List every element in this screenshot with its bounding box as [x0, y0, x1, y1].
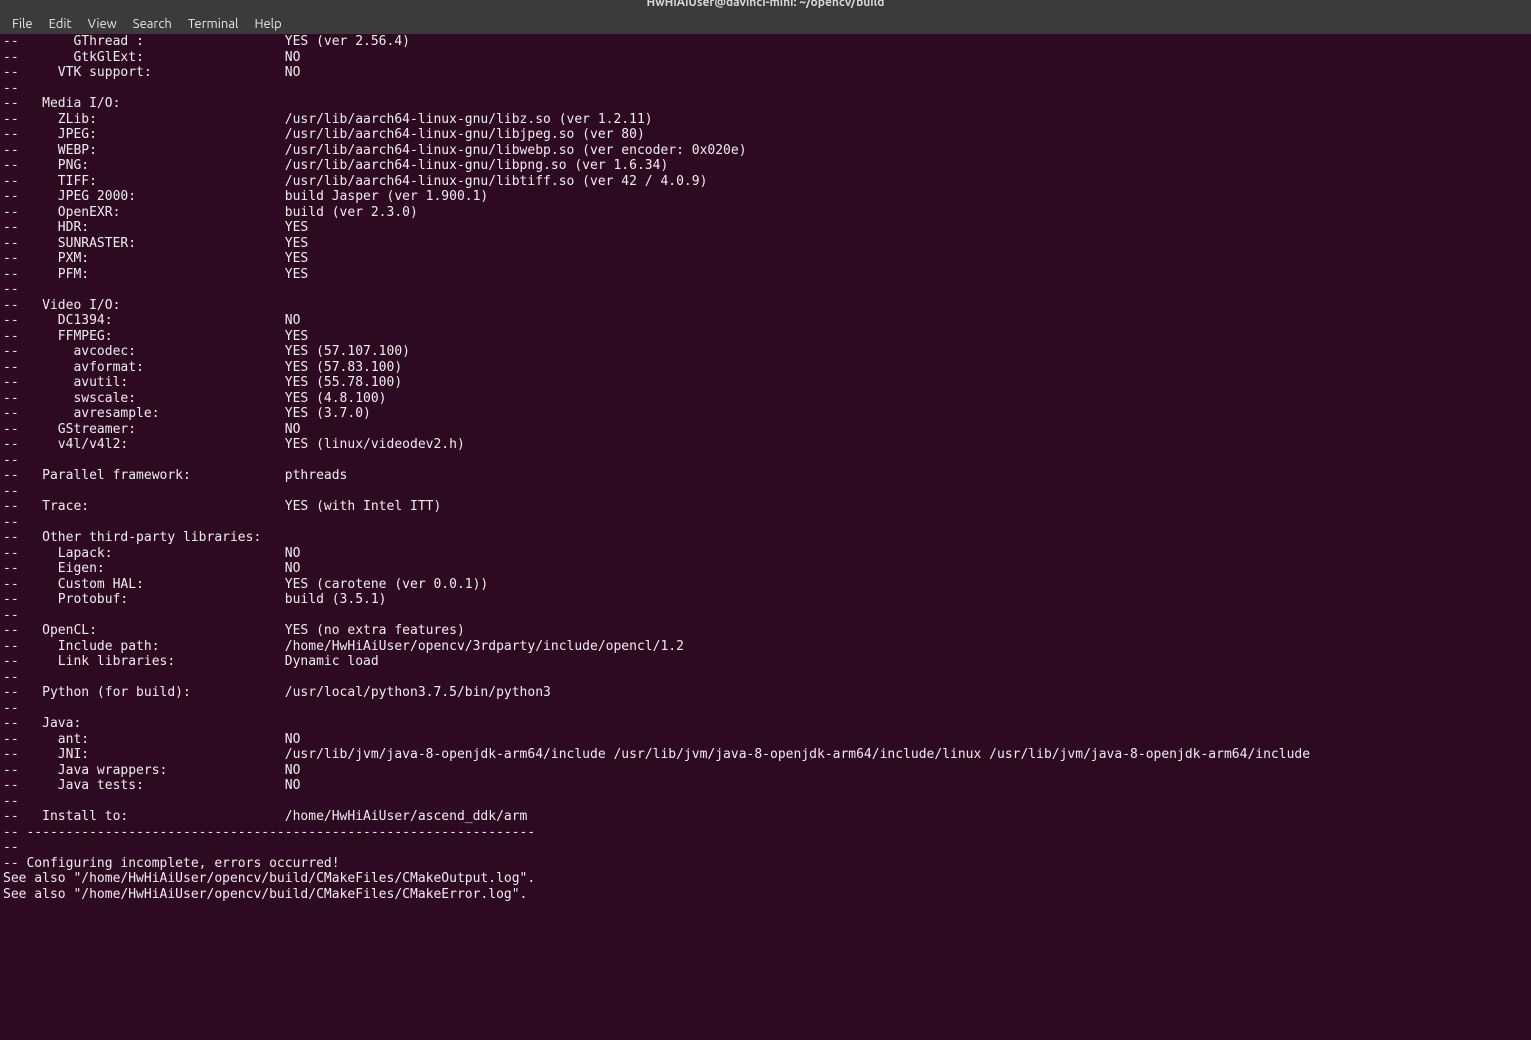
- window-title: HwHiAiUser@davinci-mini: ~/opencv/build: [647, 0, 885, 9]
- menu-edit[interactable]: Edit: [41, 15, 80, 33]
- menu-file[interactable]: File: [4, 15, 41, 33]
- menu-terminal[interactable]: Terminal: [180, 15, 247, 33]
- menu-view[interactable]: View: [80, 15, 125, 33]
- window-titlebar: HwHiAiUser@davinci-mini: ~/opencv/build: [0, 0, 1531, 14]
- menu-help[interactable]: Help: [246, 15, 289, 33]
- terminal-output: -- GThread : YES (ver 2.56.4) -- GtkGlEx…: [3, 34, 1528, 902]
- menubar: File Edit View Search Terminal Help: [0, 14, 1531, 34]
- menu-search[interactable]: Search: [125, 15, 180, 33]
- terminal-window: HwHiAiUser@davinci-mini: ~/opencv/build …: [0, 0, 1531, 1040]
- terminal-viewport[interactable]: -- GThread : YES (ver 2.56.4) -- GtkGlEx…: [0, 34, 1531, 1040]
